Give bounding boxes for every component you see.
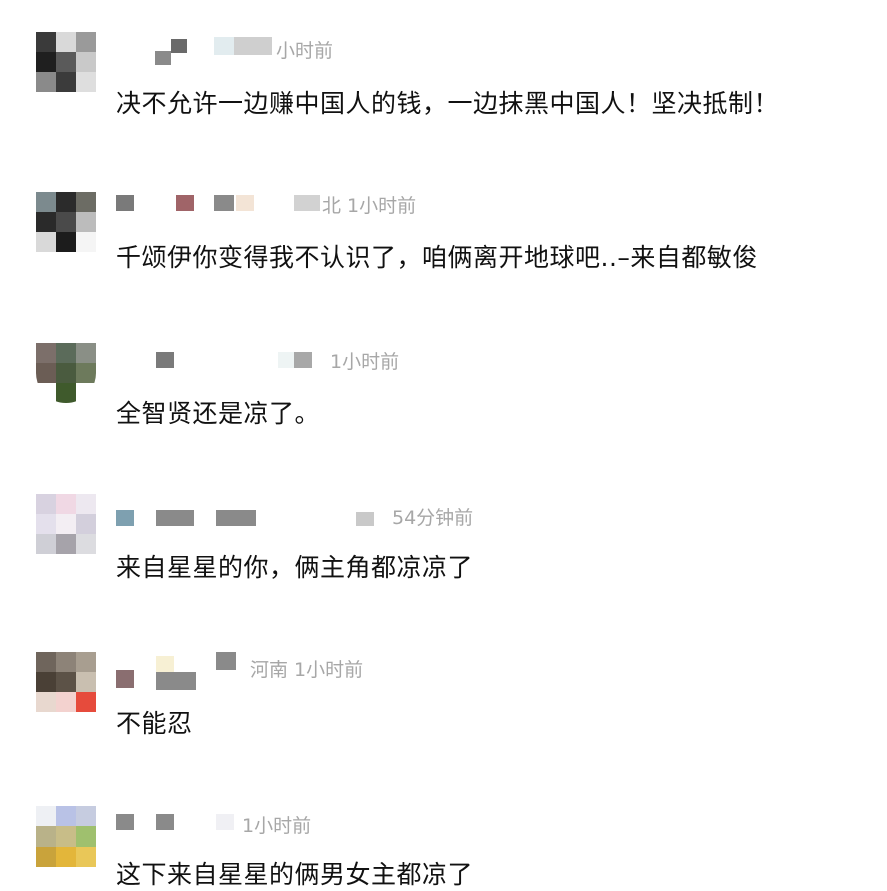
avatar-pixel bbox=[36, 826, 56, 847]
avatar-pixel bbox=[76, 363, 96, 383]
avatar-pixel bbox=[56, 192, 76, 212]
comment-time: 1小时前 bbox=[330, 350, 400, 373]
avatar-pixel bbox=[36, 534, 56, 554]
avatar-pixel bbox=[76, 652, 96, 672]
avatar-pixel bbox=[76, 514, 96, 534]
avatar-pixel bbox=[76, 212, 96, 232]
avatar-pixel bbox=[56, 826, 76, 847]
avatar-pixel bbox=[36, 52, 56, 72]
avatar-pixel bbox=[36, 32, 56, 52]
avatar-pixel bbox=[36, 514, 56, 534]
avatar[interactable] bbox=[36, 652, 96, 712]
avatar-pixel bbox=[56, 52, 76, 72]
avatar-pixel bbox=[56, 806, 76, 827]
avatar-pixel bbox=[56, 534, 76, 554]
avatar-pixel bbox=[76, 52, 96, 72]
avatar-pixel bbox=[76, 806, 96, 827]
avatar-pixel bbox=[76, 383, 96, 403]
avatar-pixel bbox=[36, 692, 56, 712]
comment-time: 1小时前 bbox=[347, 194, 417, 217]
comment-text: 不能忍 bbox=[116, 709, 193, 738]
comment-time: 54分钟前 bbox=[392, 506, 474, 529]
username-redacted[interactable] bbox=[116, 348, 330, 372]
avatar-pixel bbox=[56, 32, 76, 52]
avatar-pixel bbox=[56, 383, 76, 403]
comment-time: 1小时前 bbox=[242, 814, 312, 837]
avatar-pixel bbox=[76, 192, 96, 212]
comment-meta: 54分钟前 bbox=[116, 504, 474, 529]
avatar-pixel bbox=[56, 212, 76, 232]
avatar[interactable] bbox=[36, 494, 96, 554]
username-redacted[interactable] bbox=[116, 652, 250, 696]
avatar-pixel bbox=[36, 232, 56, 252]
comment-location: 河南 bbox=[250, 658, 289, 681]
avatar-pixel bbox=[76, 846, 96, 867]
username-redacted[interactable] bbox=[116, 37, 276, 65]
username-redacted[interactable] bbox=[116, 504, 392, 528]
avatar-pixel bbox=[36, 383, 56, 403]
comment-text: 全智贤还是凉了。 bbox=[116, 399, 321, 428]
avatar-pixel bbox=[76, 672, 96, 692]
username-redacted[interactable] bbox=[116, 192, 322, 216]
avatar-pixel bbox=[36, 494, 56, 514]
comment-text: 这下来自星星的俩男女主都凉了 bbox=[116, 860, 474, 889]
avatar-pixel bbox=[36, 192, 56, 212]
comment-text: 来自星星的你，俩主角都凉凉了 bbox=[116, 553, 474, 582]
avatar-pixel bbox=[56, 692, 76, 712]
avatar-pixel bbox=[56, 343, 76, 363]
comment-location: 北 bbox=[322, 194, 342, 217]
avatar[interactable] bbox=[36, 32, 96, 92]
avatar-pixel bbox=[36, 212, 56, 232]
avatar-pixel bbox=[76, 494, 96, 514]
avatar-pixel bbox=[56, 494, 76, 514]
avatar-pixel bbox=[76, 692, 96, 712]
avatar-pixel bbox=[36, 846, 56, 867]
avatar-pixel bbox=[36, 343, 56, 363]
avatar-pixel bbox=[76, 72, 96, 92]
avatar-pixel bbox=[56, 514, 76, 534]
avatar-pixel bbox=[76, 232, 96, 252]
avatar-pixel bbox=[36, 806, 56, 827]
avatar-pixel bbox=[36, 363, 56, 383]
username-redacted[interactable] bbox=[116, 812, 242, 836]
comment-text: 千颂伊你变得我不认识了，咱俩离开地球吧..–来自都敏俊 bbox=[116, 243, 758, 272]
avatar-pixel bbox=[76, 32, 96, 52]
avatar[interactable] bbox=[36, 343, 96, 403]
avatar-pixel bbox=[56, 652, 76, 672]
comment-meta: 河南 1小时前 bbox=[116, 652, 364, 690]
avatar-pixel bbox=[56, 846, 76, 867]
avatar-pixel bbox=[76, 534, 96, 554]
avatar[interactable] bbox=[36, 192, 96, 252]
comment-time: 1小时前 bbox=[294, 658, 364, 681]
comment-meta: 小时前 bbox=[116, 37, 334, 65]
comment-time: 小时前 bbox=[276, 39, 334, 62]
avatar-pixel bbox=[56, 232, 76, 252]
avatar-pixel bbox=[36, 72, 56, 92]
comment-text: 决不允许一边赚中国人的钱，一边抹黑中国人！坚决抵制！ bbox=[116, 89, 780, 118]
comment-meta: 1小时前 bbox=[116, 812, 312, 837]
avatar[interactable] bbox=[36, 806, 96, 867]
avatar-pixel bbox=[56, 72, 76, 92]
avatar-pixel bbox=[36, 672, 56, 692]
comment-meta: 北 1小时前 bbox=[116, 192, 417, 217]
avatar-pixel bbox=[76, 826, 96, 847]
avatar-pixel bbox=[36, 652, 56, 672]
comment-meta: 1小时前 bbox=[116, 348, 400, 373]
avatar-pixel bbox=[56, 363, 76, 383]
avatar-pixel bbox=[56, 672, 76, 692]
avatar-pixel bbox=[76, 343, 96, 363]
